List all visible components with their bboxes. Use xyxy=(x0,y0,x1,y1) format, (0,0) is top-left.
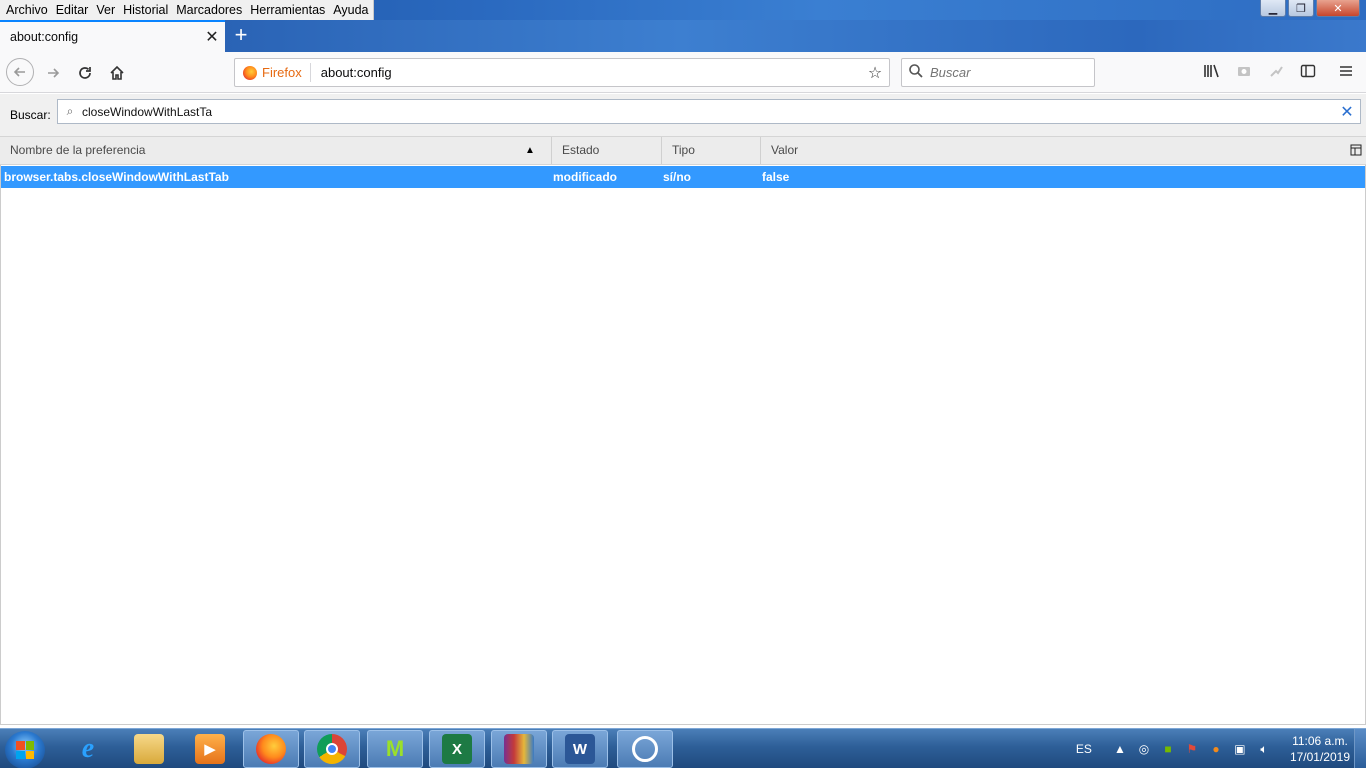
config-search-bar: Buscar: ⌕ closeWindowWithLastTa ✕ xyxy=(0,94,1366,136)
tab-about-config[interactable]: about:config ✕ xyxy=(0,20,225,52)
taskbar-movistar-icon[interactable]: M xyxy=(367,730,423,768)
forward-icon[interactable] xyxy=(40,60,66,86)
menu-bar: Archivo Editar Ver Historial Marcadores … xyxy=(0,0,374,20)
tray-volume-icon[interactable]: 🔈︎ xyxy=(1252,742,1276,757)
taskbar-word-icon[interactable]: W xyxy=(552,730,608,768)
taskbar-internet-explorer-icon[interactable]: e xyxy=(60,730,116,768)
menu-ver[interactable]: Ver xyxy=(92,0,119,20)
column-header-type[interactable]: Tipo xyxy=(661,137,760,164)
table-row[interactable]: browser.tabs.closeWindowWithLastTab modi… xyxy=(1,166,1365,188)
menu-marcadores[interactable]: Marcadores xyxy=(172,0,246,20)
config-search-label: Buscar: xyxy=(10,108,51,122)
menu-editar[interactable]: Editar xyxy=(52,0,93,20)
sort-ascending-icon: ▲ xyxy=(525,145,535,156)
library-icon[interactable] xyxy=(1202,63,1222,83)
taskbar-media-player-icon[interactable]: ▶ xyxy=(182,730,238,768)
extension-icon[interactable] xyxy=(1266,63,1286,83)
bookmark-star-icon[interactable]: ☆ xyxy=(861,63,889,83)
preferences-table: browser.tabs.closeWindowWithLastTab modi… xyxy=(0,165,1366,725)
pref-state: modificado xyxy=(553,170,618,184)
taskbar-excel-icon[interactable]: X xyxy=(429,730,485,768)
menu-historial[interactable]: Historial xyxy=(119,0,172,20)
menu-ayuda[interactable]: Ayuda xyxy=(329,0,372,20)
tray-network-icon[interactable]: ▣ xyxy=(1228,742,1252,756)
url-bar[interactable]: Firefox about:config ☆ xyxy=(234,58,890,87)
column-header-state[interactable]: Estado xyxy=(551,137,661,164)
config-search-input[interactable]: closeWindowWithLastTa xyxy=(82,105,1334,119)
maximize-button[interactable]: ❐ xyxy=(1288,0,1314,17)
taskbar-winrar-icon[interactable] xyxy=(491,730,547,768)
config-search-field[interactable]: ⌕ closeWindowWithLastTa ✕ xyxy=(57,99,1361,124)
menu-archivo[interactable]: Archivo xyxy=(2,0,52,20)
filter-icon: ⌕ xyxy=(66,104,74,118)
url-text[interactable]: about:config xyxy=(311,65,861,80)
show-desktop-button[interactable] xyxy=(1354,729,1366,768)
language-indicator[interactable]: ES xyxy=(1076,742,1092,756)
reload-icon[interactable] xyxy=(72,60,98,86)
identity-box[interactable]: Firefox xyxy=(235,63,311,82)
windows-logo-icon xyxy=(16,741,34,759)
pref-name: browser.tabs.closeWindowWithLastTab xyxy=(4,170,229,184)
identity-label: Firefox xyxy=(262,65,302,80)
menu-herramientas[interactable]: Herramientas xyxy=(246,0,329,20)
tab-title: about:config xyxy=(10,30,79,44)
minimize-button[interactable]: ▁ xyxy=(1260,0,1286,17)
taskbar-firefox-icon[interactable] xyxy=(243,730,299,768)
search-icon xyxy=(902,63,930,83)
clock-time: 11:06 a.m. xyxy=(1292,734,1348,748)
tray-expand-icon[interactable]: ▲ xyxy=(1108,742,1132,756)
tray-avast-icon[interactable]: ● xyxy=(1204,742,1228,756)
system-tray: ES ▲ ◎ ■ ⚑ ● ▣ 🔈︎ 11:06 a.m. 17/01/2019 xyxy=(1076,729,1350,768)
taskbar-speedometer-icon[interactable] xyxy=(617,730,673,768)
preferences-table-header: Nombre de la preferencia ▲ Estado Tipo V… xyxy=(0,136,1366,165)
tray-network-app-icon[interactable]: ◎ xyxy=(1132,742,1156,756)
start-button[interactable] xyxy=(5,731,45,768)
column-picker-icon[interactable] xyxy=(1350,144,1362,156)
home-icon[interactable] xyxy=(104,60,130,86)
back-icon[interactable] xyxy=(6,58,34,86)
taskbar-chrome-icon[interactable] xyxy=(304,730,360,768)
hamburger-menu-icon[interactable] xyxy=(1336,63,1356,83)
search-input[interactable] xyxy=(930,65,1080,80)
new-tab-button[interactable]: + xyxy=(229,24,253,48)
tray-nvidia-icon[interactable]: ■ xyxy=(1156,742,1180,756)
tabstrip-background xyxy=(225,20,1366,52)
window-controls: ▁ ❐ ✕ xyxy=(1260,0,1360,17)
taskbar: e ▶ M X W ES ▲ ◎ ■ ⚑ ● ▣ 🔈︎ 11:06 a.m. 1… xyxy=(0,728,1366,768)
search-bar[interactable] xyxy=(901,58,1095,87)
column-header-name[interactable]: Nombre de la preferencia xyxy=(0,137,551,164)
sidebar-icon[interactable] xyxy=(1298,63,1318,83)
clear-search-icon[interactable]: ✕ xyxy=(1334,102,1360,122)
tab-close-icon[interactable]: ✕ xyxy=(199,27,225,47)
navigation-toolbar: Firefox about:config ☆ xyxy=(0,52,1366,93)
close-window-button[interactable]: ✕ xyxy=(1316,0,1360,17)
column-header-value[interactable]: Valor xyxy=(760,137,1346,164)
clock[interactable]: 11:06 a.m. 17/01/2019 xyxy=(1290,733,1350,765)
firefox-icon xyxy=(243,65,257,80)
pref-type: sí/no xyxy=(663,170,692,184)
taskbar-file-explorer-icon[interactable] xyxy=(121,730,177,768)
pref-value: false xyxy=(762,170,790,184)
screenshot-icon[interactable] xyxy=(1234,63,1254,83)
tray-flag-icon[interactable]: ⚑ xyxy=(1180,742,1204,756)
clock-date: 17/01/2019 xyxy=(1289,750,1350,764)
